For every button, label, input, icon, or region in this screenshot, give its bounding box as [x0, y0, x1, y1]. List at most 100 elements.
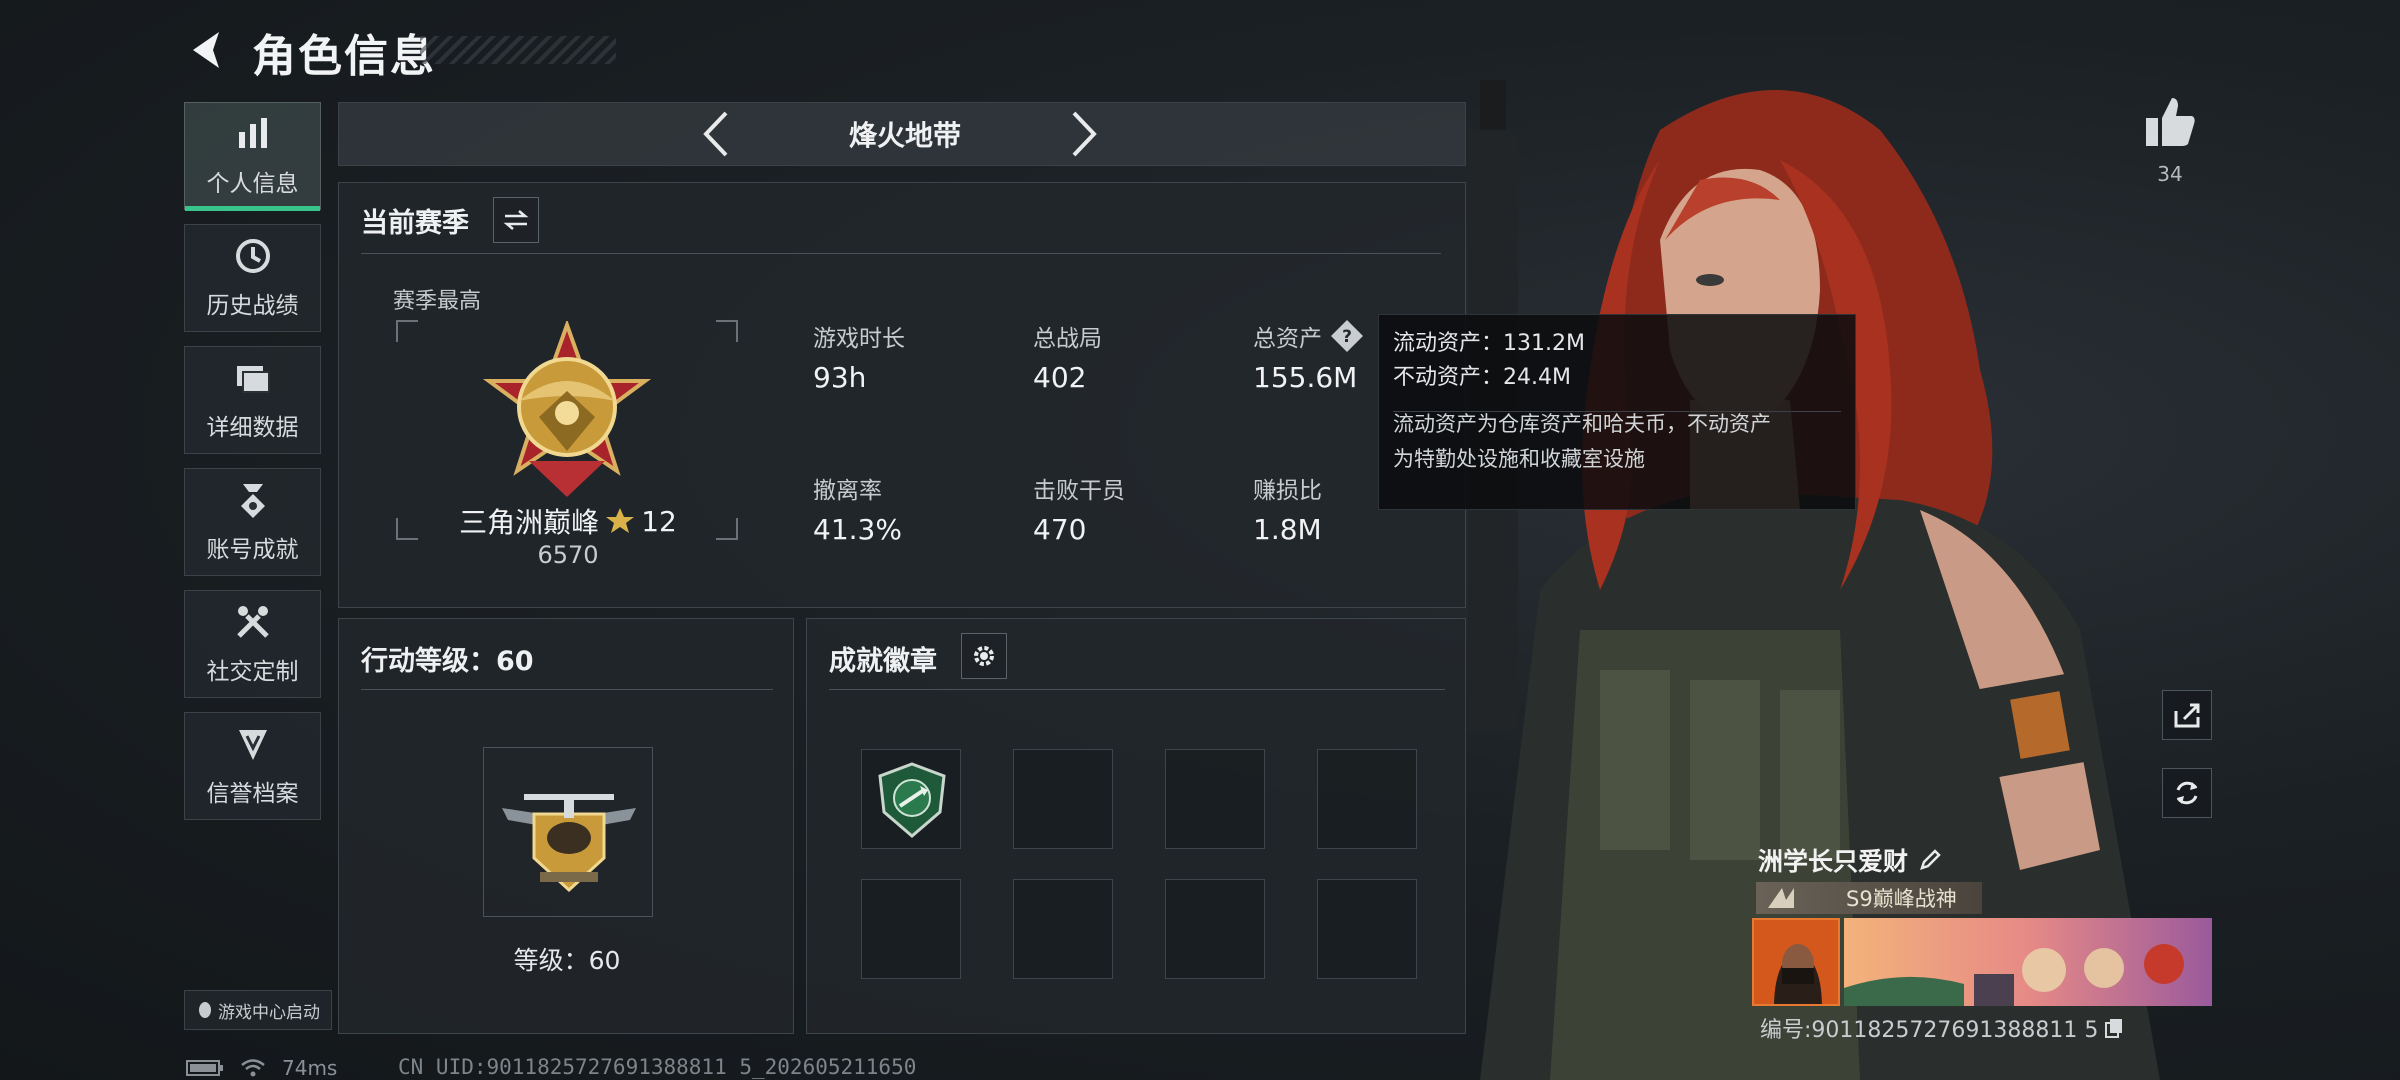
tooltip-fixed-assets: 不动资产：24.4M: [1393, 365, 1571, 390]
title-tag: S9巅峰战神: [1756, 882, 1982, 914]
like-count: 34: [2157, 162, 2183, 186]
player-id: 编号:9011825727691388811 5: [1760, 1018, 2099, 1043]
stat-label-playtime: 游戏时长: [813, 326, 905, 352]
stat-label-profit: 赚损比: [1253, 478, 1322, 504]
stat-label-extraction: 撤离率: [813, 478, 882, 504]
sidebar-item-detailed-data[interactable]: 详细数据: [184, 346, 321, 454]
sidebar-item-social[interactable]: 社交定制: [184, 590, 321, 698]
level-title: 行动等级：60: [361, 646, 534, 677]
sidebar-item-label: 社交定制: [206, 659, 299, 685]
assets-tooltip: 流动资产：131.2M 不动资产：24.4M 流动资产为仓库资产和哈夫币，不动资…: [1378, 314, 1856, 510]
player-name: 洲学长只爱财: [1758, 847, 1909, 876]
rank-emblem-icon: [482, 321, 652, 497]
stat-value-matches: 402: [1033, 361, 1087, 394]
wifi-icon: [241, 1058, 265, 1076]
season-title: 当前赛季: [361, 208, 469, 239]
tooltip-description: 流动资产为仓库资产和哈夫币，不动资产 为特勤处设施和收藏室设施: [1393, 407, 1841, 477]
sidebar-item-label: 个人信息: [206, 171, 299, 197]
uid-text: CN UID:9011825727691388811 5_20260521165…: [398, 1055, 917, 1079]
chevron-right-icon: [1072, 111, 1097, 157]
swap-icon: [503, 210, 529, 230]
tooltip-liquid-assets: 流动资产：131.2M: [1393, 331, 1585, 356]
badge-slot-3[interactable]: [1165, 749, 1265, 849]
gear-icon: [974, 646, 994, 666]
rank-score: 6570: [537, 541, 599, 569]
season-panel: 当前赛季 赛季最高 三角洲巅峰 12 6570 游戏时长 93h 总战局 402…: [338, 182, 1466, 608]
game-center-label: 游戏中心启动: [218, 1002, 320, 1023]
folder-icon: [236, 366, 270, 393]
badge-slot-1[interactable]: [861, 749, 961, 849]
banner-image: [1844, 918, 2212, 1006]
season-best-label: 赛季最高: [393, 289, 482, 314]
sidebar-item-history[interactable]: 历史战绩: [184, 224, 321, 332]
refresh-icon: [2176, 781, 2198, 805]
badge-slot-2[interactable]: [1013, 749, 1113, 849]
stat-value-assets: 155.6M: [1253, 361, 1358, 394]
sidebar-item-label: 信誉档案: [206, 781, 299, 807]
help-icon[interactable]: ?: [1330, 319, 1364, 353]
tools-icon: [236, 606, 269, 638]
player-id-row: 编号:9011825727691388811 5: [1760, 1012, 2124, 1044]
ping-value: 74ms: [282, 1055, 338, 1080]
medal-icon: [240, 484, 265, 518]
stat-value-kills: 470: [1033, 513, 1087, 546]
sidebar-item-achievements[interactable]: 账号成就: [184, 468, 321, 576]
penguin-icon: [199, 1002, 211, 1018]
page-title: 角色信息: [252, 31, 436, 82]
player-name-row: 洲学长只爱财: [1758, 842, 1942, 878]
badge-slot-7[interactable]: [1165, 879, 1265, 979]
avatar-image: [1754, 920, 1838, 1004]
divider: [1393, 411, 1841, 412]
thumbs-up-icon: [2146, 98, 2195, 146]
badge-slot-6[interactable]: [1013, 879, 1113, 979]
wings-icon: [1768, 888, 1794, 908]
share-button[interactable]: [2162, 690, 2212, 740]
game-center-button[interactable]: 游戏中心启动: [184, 990, 332, 1030]
svg-text:?: ?: [1342, 327, 1352, 347]
title-tag-text: S9巅峰战神: [1846, 887, 1957, 911]
sidebar-item-label: 历史战绩: [206, 293, 299, 319]
back-button[interactable]: [180, 22, 230, 78]
like-button[interactable]: [2140, 92, 2200, 152]
stat-label-matches: 总战局: [1033, 326, 1102, 352]
badge-slot-8[interactable]: [1317, 879, 1417, 979]
stat-label-assets: 总资产: [1253, 326, 1322, 352]
chevron-left-icon: [703, 111, 728, 157]
sidebar-item-reputation[interactable]: 信誉档案: [184, 712, 321, 820]
green-shield-badge-icon: [878, 762, 946, 838]
mode-next-button[interactable]: [1060, 104, 1110, 164]
level-panel: 行动等级：60 等级：60: [338, 618, 794, 1034]
tooltip-desc-line-2: 为特勤处设施和收藏室设施: [1393, 447, 1645, 471]
sidebar-item-personal-info[interactable]: 个人信息: [184, 102, 321, 211]
status-bar: 74ms: [186, 1055, 337, 1080]
stat-value-profit: 1.8M: [1253, 513, 1322, 546]
mode-prev-button[interactable]: [690, 104, 740, 164]
divider: [829, 689, 1445, 690]
back-arrow-icon: [193, 32, 219, 68]
badge-slot-4[interactable]: [1317, 749, 1417, 849]
stat-label-assets-wrap: 总资产 ?: [1253, 319, 1364, 353]
rank-name: 三角洲巅峰: [459, 506, 600, 539]
divider: [361, 253, 1441, 254]
badge-slot-5[interactable]: [861, 879, 961, 979]
battery-icon: [186, 1059, 223, 1076]
stat-label-kills: 击败干员: [1033, 478, 1125, 504]
level-label: 等级：60: [513, 946, 621, 975]
stat-value-extraction: 41.3%: [813, 513, 902, 546]
badge-settings-button[interactable]: [961, 633, 1007, 679]
share-icon: [2174, 703, 2200, 728]
helicopter-badge-icon: [502, 794, 636, 893]
star-icon: [606, 508, 635, 533]
sidebar-item-label: 账号成就: [206, 537, 299, 563]
season-switch-button[interactable]: [493, 197, 539, 243]
avatar[interactable]: [1752, 918, 1840, 1006]
clock-icon: [235, 239, 270, 273]
bar-chart-icon: [238, 118, 267, 148]
sidebar-item-label: 详细数据: [206, 415, 299, 441]
edit-icon[interactable]: [1918, 848, 1942, 872]
mode-name: 烽火地带: [848, 119, 961, 152]
copy-icon[interactable]: [2104, 1017, 2124, 1039]
divider: [361, 689, 773, 690]
refresh-button[interactable]: [2162, 768, 2212, 818]
tooltip-desc-line-1: 流动资产为仓库资产和哈夫币，不动资产: [1393, 412, 1771, 436]
